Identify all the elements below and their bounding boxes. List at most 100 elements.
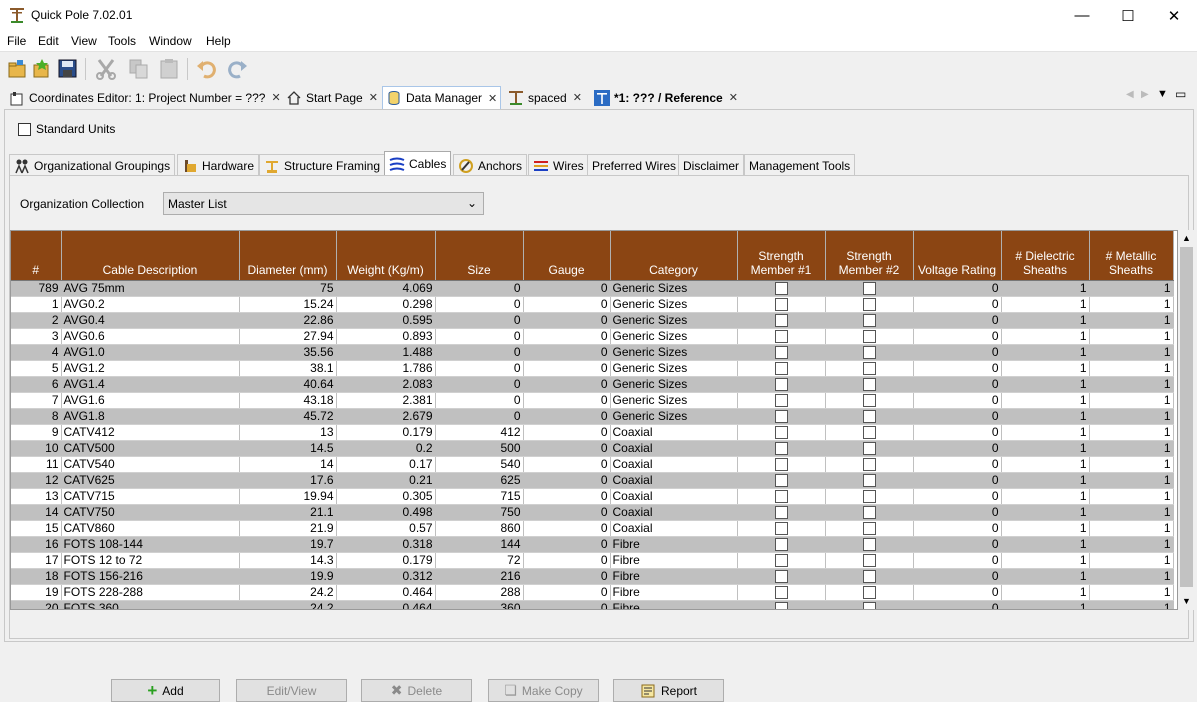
table-cell[interactable]: 750: [435, 504, 524, 521]
table-cell[interactable]: 1: [1089, 392, 1174, 409]
table-cell[interactable]: 4.069: [336, 280, 436, 297]
table-cell[interactable]: 24.2: [239, 584, 337, 601]
scrollbar-thumb[interactable]: [1180, 247, 1193, 587]
cut-icon[interactable]: [94, 57, 118, 81]
strength-member-checkbox[interactable]: [862, 441, 876, 455]
table-cell[interactable]: 1: [1001, 424, 1090, 441]
strength-member-checkbox-cell[interactable]: [825, 280, 914, 297]
table-cell[interactable]: 0: [435, 408, 524, 425]
table-cell[interactable]: 0.57: [336, 520, 436, 537]
close-icon[interactable]: ✕: [369, 91, 378, 104]
strength-member-checkbox-cell[interactable]: [825, 552, 914, 569]
table-cell[interactable]: Generic Sizes: [610, 344, 738, 361]
table-cell[interactable]: 45.72: [239, 408, 337, 425]
table-cell[interactable]: Generic Sizes: [610, 328, 738, 345]
table-cell[interactable]: 1: [11, 296, 62, 313]
table-cell[interactable]: 0: [435, 296, 524, 313]
table-cell[interactable]: 1: [1001, 312, 1090, 329]
table-cell[interactable]: 20: [11, 600, 62, 609]
table-cell[interactable]: 1: [1001, 488, 1090, 505]
table-cell[interactable]: 21.1: [239, 504, 337, 521]
strength-member-checkbox[interactable]: [774, 585, 788, 599]
open-folder-icon[interactable]: [6, 57, 30, 81]
table-cell[interactable]: 860: [435, 520, 524, 537]
table-cell[interactable]: FOTS 12 to 72: [61, 552, 240, 569]
table-cell[interactable]: 500: [435, 440, 524, 457]
strength-member-checkbox[interactable]: [774, 505, 788, 519]
column-header[interactable]: Weight (Kg/m): [336, 231, 436, 281]
table-row[interactable]: 20 FOTS 360 24.2 0.464 360 0 Fibre 0 1 1: [11, 600, 1174, 609]
strength-member-checkbox-cell[interactable]: [737, 376, 826, 393]
table-cell[interactable]: 0: [913, 408, 1002, 425]
table-row[interactable]: 19 FOTS 228-288 24.2 0.464 288 0 Fibre 0 1 1: [11, 584, 1174, 601]
table-cell[interactable]: 1: [1001, 520, 1090, 537]
table-cell[interactable]: Generic Sizes: [610, 280, 738, 297]
strength-member-checkbox[interactable]: [774, 537, 788, 551]
table-cell[interactable]: 0.318: [336, 536, 436, 553]
menu-help[interactable]: Help: [206, 34, 231, 48]
vertical-scrollbar[interactable]: ▲ ▼: [1178, 230, 1195, 610]
strength-member-checkbox[interactable]: [862, 425, 876, 439]
table-cell[interactable]: Generic Sizes: [610, 296, 738, 313]
strength-member-checkbox[interactable]: [774, 569, 788, 583]
checkbox-box[interactable]: [18, 122, 31, 136]
strength-member-checkbox[interactable]: [774, 441, 788, 455]
table-cell[interactable]: 1: [1001, 600, 1090, 609]
table-cell[interactable]: 19: [11, 584, 62, 601]
table-cell[interactable]: 14: [11, 504, 62, 521]
menu-window[interactable]: Window: [149, 34, 192, 48]
make-copy-button[interactable]: ❏ Make Copy: [488, 679, 599, 702]
table-cell[interactable]: Coaxial: [610, 488, 738, 505]
table-cell[interactable]: 1: [1089, 296, 1174, 313]
table-row[interactable]: 7 AVG1.6 43.18 2.381 0 0 Generic Sizes 0 1 1: [11, 392, 1174, 409]
table-cell[interactable]: 1: [1001, 280, 1090, 297]
table-cell[interactable]: 0: [913, 328, 1002, 345]
table-cell[interactable]: 17.6: [239, 472, 337, 489]
standard-units-checkbox[interactable]: Standard Units: [18, 122, 115, 136]
table-cell[interactable]: 0.498: [336, 504, 436, 521]
table-cell[interactable]: 7: [11, 392, 62, 409]
table-cell[interactable]: 12: [11, 472, 62, 489]
table-cell[interactable]: 2.679: [336, 408, 436, 425]
table-cell[interactable]: AVG1.8: [61, 408, 240, 425]
table-cell[interactable]: Coaxial: [610, 504, 738, 521]
strength-member-checkbox[interactable]: [774, 281, 788, 295]
table-row[interactable]: 16 FOTS 108-144 19.7 0.318 144 0 Fibre 0 1 1: [11, 536, 1174, 553]
table-cell[interactable]: 1: [1089, 552, 1174, 569]
table-cell[interactable]: 0.312: [336, 568, 436, 585]
table-cell[interactable]: 18: [11, 568, 62, 585]
table-cell[interactable]: Coaxial: [610, 440, 738, 457]
table-cell[interactable]: 0: [523, 504, 611, 521]
strength-member-checkbox-cell[interactable]: [737, 408, 826, 425]
table-cell[interactable]: 0: [523, 488, 611, 505]
table-cell[interactable]: AVG0.4: [61, 312, 240, 329]
table-cell[interactable]: 144: [435, 536, 524, 553]
column-header[interactable]: Strength Member #1: [737, 231, 826, 281]
maximize-panel-icon[interactable]: ▭: [1175, 87, 1186, 101]
table-cell[interactable]: 216: [435, 568, 524, 585]
strength-member-checkbox[interactable]: [774, 313, 788, 327]
table-cell[interactable]: 1: [1089, 456, 1174, 473]
table-cell[interactable]: 0: [913, 536, 1002, 553]
strength-member-checkbox[interactable]: [862, 345, 876, 359]
doc-tab-data-manager[interactable]: Data Manager ✕: [382, 86, 502, 109]
table-cell[interactable]: AVG1.6: [61, 392, 240, 409]
close-icon[interactable]: ✕: [271, 91, 280, 104]
table-cell[interactable]: 1: [1001, 376, 1090, 393]
strength-member-checkbox[interactable]: [774, 489, 788, 503]
table-cell[interactable]: 0.595: [336, 312, 436, 329]
strength-member-checkbox-cell[interactable]: [737, 536, 826, 553]
table-row[interactable]: 3 AVG0.6 27.94 0.893 0 0 Generic Sizes 0 1 1: [11, 328, 1174, 345]
table-cell[interactable]: 22.86: [239, 312, 337, 329]
strength-member-checkbox[interactable]: [862, 569, 876, 583]
table-cell[interactable]: 15: [11, 520, 62, 537]
table-cell[interactable]: 0: [913, 440, 1002, 457]
strength-member-checkbox-cell[interactable]: [737, 344, 826, 361]
table-cell[interactable]: 0: [913, 360, 1002, 377]
strength-member-checkbox-cell[interactable]: [825, 424, 914, 441]
table-cell[interactable]: Generic Sizes: [610, 312, 738, 329]
menu-edit[interactable]: Edit: [38, 34, 59, 48]
strength-member-checkbox-cell[interactable]: [825, 328, 914, 345]
menu-tools[interactable]: Tools: [108, 34, 136, 48]
table-cell[interactable]: 0.2: [336, 440, 436, 457]
